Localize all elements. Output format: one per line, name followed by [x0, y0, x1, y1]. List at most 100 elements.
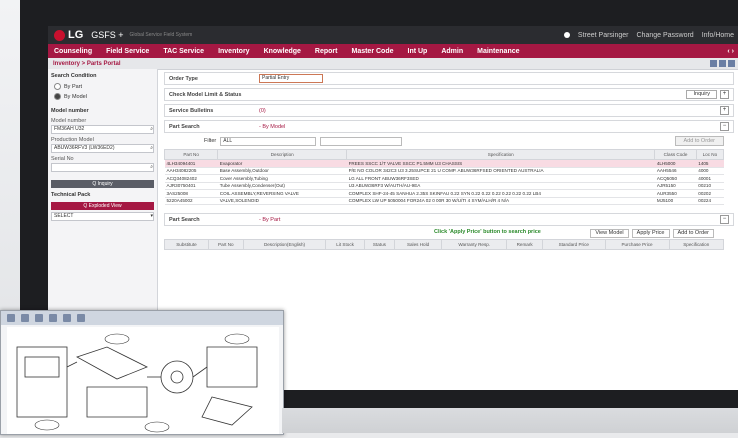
user-icon [563, 32, 570, 38]
nav-int-up[interactable]: Int Up [408, 48, 428, 55]
col-status[interactable]: Status [363, 239, 395, 250]
next-icon[interactable] [77, 314, 85, 322]
col-description[interactable]: Description [217, 149, 348, 160]
nav-arrows-icon[interactable]: ‹ › [727, 48, 734, 55]
expand-icon[interactable]: + [720, 106, 729, 115]
exploded-view-button[interactable]: Q Exploded View [51, 202, 154, 210]
info-link[interactable]: Info/Home [702, 32, 734, 39]
collapse-icon[interactable]: − [720, 122, 729, 131]
col-loc-no[interactable]: Loc No [695, 149, 725, 160]
part-search-title: Part Search [169, 123, 200, 130]
grid-icon[interactable] [710, 60, 717, 67]
filter-input[interactable] [320, 136, 403, 146]
exploded-view-drawing[interactable] [7, 327, 279, 434]
exploded-view-toolbar [1, 311, 283, 325]
col-purchase-price[interactable]: Purchase Price [604, 239, 670, 250]
by-part-radio[interactable]: By Part [54, 83, 154, 90]
part-search-title-2: Part Search [169, 216, 200, 223]
exploded-view-window[interactable] [0, 310, 284, 435]
table-row[interactable]: AAH34082205 Base Assembly,Outdoor P/E NO C… [164, 167, 724, 175]
production-model-input[interactable]: ABUW36RFV3 (LW36ED2) ⌕ [51, 144, 154, 153]
search-icon[interactable]: ⌕ [150, 145, 153, 152]
filter-select[interactable]: ALL [220, 136, 317, 146]
settings-icon[interactable] [728, 60, 735, 67]
monitor-stand [282, 408, 738, 433]
production-model-label: Production Model [51, 137, 94, 143]
table-row[interactable]: 4LH34094401 Evaporator FREES SSCC 1/T VALV… [164, 159, 724, 168]
col-specification[interactable]: Specification [346, 149, 656, 160]
table-row[interactable]: AJR30750401 Tube Assembly,Condenser(Out) U… [164, 182, 724, 190]
print-icon[interactable] [49, 314, 57, 322]
col-substitute[interactable]: Substitute [164, 239, 209, 250]
order-type-select[interactable]: Partial Entry [259, 74, 323, 83]
prev-icon[interactable] [63, 314, 71, 322]
serial-input[interactable]: ⌕ [51, 163, 154, 172]
view-model-button[interactable]: View Model [590, 229, 629, 238]
chevron-down-icon: ▾ [150, 213, 153, 219]
nav-counseling[interactable]: Counseling [54, 48, 92, 55]
search-icon[interactable]: ⌕ [150, 164, 153, 171]
nav-field-service[interactable]: Field Service [106, 48, 149, 55]
fit-icon[interactable] [35, 314, 43, 322]
by-model-label: By Model [64, 93, 87, 100]
change-password-link[interactable]: Change Password [637, 32, 694, 39]
select-value: SELECT [54, 213, 74, 219]
col-warranty[interactable]: Warranty Resp. [441, 239, 508, 250]
by-part-label: By Part [64, 83, 83, 90]
expand-icon[interactable]: + [720, 90, 729, 99]
nav-master-code[interactable]: Master Code [351, 48, 393, 55]
model-number-input[interactable]: FM36AH U32 ⌕ [51, 125, 154, 134]
radio-selected-icon [54, 93, 61, 100]
col-class-code[interactable]: Class Code [654, 149, 697, 160]
table-header: Substitute Part No Description(English) … [164, 239, 724, 250]
by-part-tag: - By Part [259, 216, 281, 223]
nav-knowledge[interactable]: Knowledge [264, 48, 301, 55]
col-standard-price[interactable]: Standard Price [542, 239, 606, 250]
filter-row: Filter ALL Add to Order [204, 136, 734, 146]
model-number-heading: Model number [51, 108, 89, 114]
nav-inventory[interactable]: Inventory [218, 48, 250, 55]
technical-pack-heading: Technical Pack [51, 192, 91, 198]
collapse-icon[interactable]: − [720, 215, 729, 224]
zoom-out-icon[interactable] [21, 314, 29, 322]
by-model-radio[interactable]: By Model [54, 93, 154, 100]
price-row: Click 'Apply Price' button to search pri… [164, 229, 734, 239]
apply-price-button[interactable]: Apply Price [631, 229, 670, 238]
inquiry-small-button[interactable]: Inquiry [686, 90, 717, 99]
parts-table: Part No Description Specification Class … [163, 149, 725, 205]
inquiry-button[interactable]: Q Inquiry [51, 180, 154, 188]
table-row[interactable]: 5220A45002 VALVE,SOLENOID COMPLEX LW UP 50… [164, 197, 724, 205]
app-subtitle: Global Service Field System [129, 32, 193, 38]
breadcrumb-text: Inventory > Parts Portal [53, 60, 121, 67]
col-remark[interactable]: Remark [506, 239, 543, 250]
nav-report[interactable]: Report [315, 48, 338, 55]
order-type-title: Order Type [169, 75, 198, 82]
order-type-panel: Order Type Partial Entry [164, 72, 734, 85]
add-to-order-button[interactable]: Add to Order [674, 136, 724, 146]
table-row[interactable]: ACQ34082402 Cover Assembly,Tubing LG ALL F… [164, 174, 724, 183]
nav-admin[interactable]: Admin [441, 48, 463, 55]
col-spec-2[interactable]: Specification [668, 239, 724, 250]
service-bulletins-title: Service Bulletins [169, 107, 214, 114]
table-row[interactable]: 3AS25008 COIL ASSEMBLY,REVERSING VALVE COM… [164, 189, 724, 198]
select-dropdown[interactable]: SELECT ▾ [51, 212, 154, 221]
lg-logo-icon [54, 29, 65, 41]
table-header: Part No Description Specification Class … [163, 149, 725, 160]
service-bulletins-panel: Service Bulletins (0) + [164, 104, 734, 117]
zoom-in-icon[interactable] [7, 314, 15, 322]
list-icon[interactable] [719, 60, 726, 67]
search-icon[interactable]: ⌕ [150, 126, 153, 133]
monitor: LG GSFS + Global Service Field System St… [0, 0, 738, 435]
col-part-no-2[interactable]: Part No [207, 239, 244, 250]
nav-maintenance[interactable]: Maintenance [477, 48, 519, 55]
service-bulletins-count: (0) [259, 107, 266, 114]
add-order-button-2[interactable]: Add to Order [672, 229, 714, 238]
col-lit-stock[interactable]: Lit Stock [325, 239, 365, 250]
user-info[interactable]: Street Parsinger [578, 32, 629, 39]
col-sales-hold[interactable]: Sales Hold [393, 239, 443, 250]
nav-tac-service[interactable]: TAC Service [163, 48, 204, 55]
top-right-controls: Street Parsinger Change Password Info/Ho… [563, 32, 734, 39]
col-part-no[interactable]: Part No [163, 149, 219, 160]
app-name: GSFS + [91, 30, 124, 40]
col-desc-english[interactable]: Description(English) [242, 239, 327, 250]
